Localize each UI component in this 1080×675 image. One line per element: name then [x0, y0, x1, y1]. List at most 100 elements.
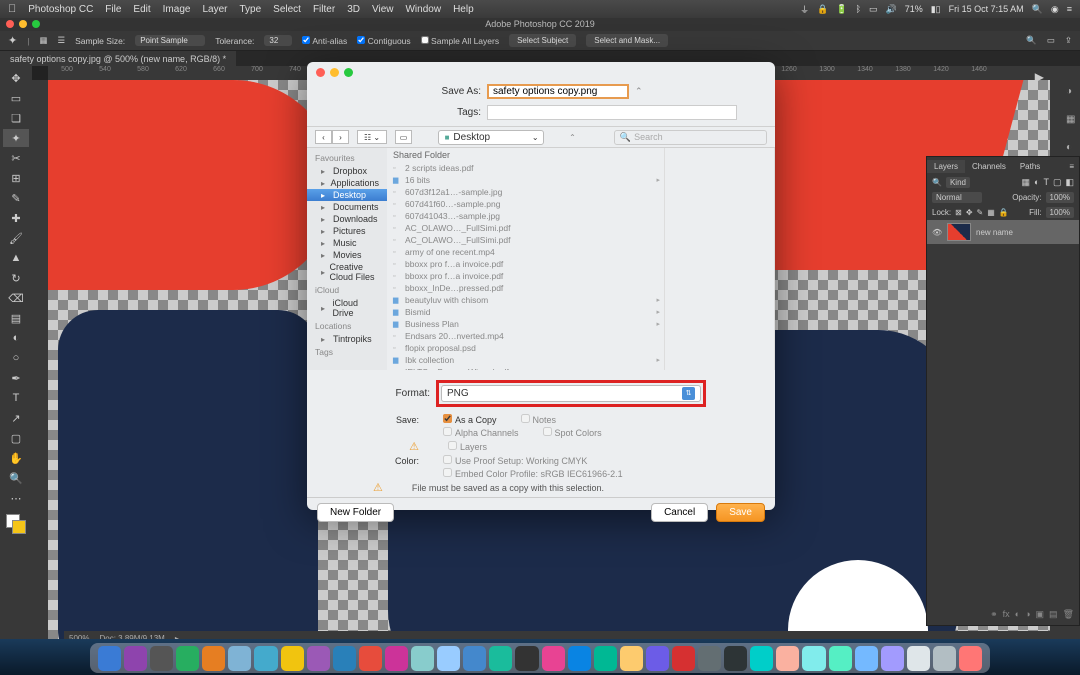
- workspace-icon[interactable]: ▭: [1047, 35, 1055, 46]
- expand-arrow-icon[interactable]: ⌃: [635, 86, 643, 97]
- airplay-icon[interactable]: ▭: [869, 4, 878, 15]
- file-item[interactable]: ▫flopix proposal.psd: [387, 342, 664, 354]
- link-layers-icon[interactable]: ⚭: [990, 609, 998, 623]
- lock-icon[interactable]: 🔒: [999, 208, 1009, 217]
- select-mask-button[interactable]: Select and Mask...: [586, 34, 668, 47]
- dock-app-icon[interactable]: [594, 646, 617, 671]
- sidebar-item[interactable]: ▸Desktop: [307, 189, 387, 201]
- file-column-2[interactable]: [665, 148, 775, 370]
- menu-window[interactable]: Window: [405, 4, 441, 15]
- dock-app-icon[interactable]: [802, 646, 825, 671]
- dock-app-icon[interactable]: [150, 646, 173, 671]
- sidebar-item[interactable]: ▸Pictures: [307, 225, 387, 237]
- dock-app-icon[interactable]: [724, 646, 747, 671]
- menu-image[interactable]: Image: [163, 4, 191, 15]
- blend-mode-select[interactable]: Normal: [932, 192, 982, 203]
- file-item[interactable]: ▫607d3f12a1…-sample.jpg: [387, 186, 664, 198]
- select-subject-button[interactable]: Select Subject: [509, 34, 576, 47]
- fill-input[interactable]: 100%: [1046, 207, 1074, 218]
- dock-app-icon[interactable]: [542, 646, 565, 671]
- dock-app-icon[interactable]: [176, 646, 199, 671]
- dock-app-icon[interactable]: [359, 646, 382, 671]
- file-item[interactable]: ▆Bismid▸: [387, 306, 664, 318]
- gradient-tool[interactable]: ▤: [3, 309, 29, 327]
- healing-tool[interactable]: ✚: [3, 209, 29, 227]
- apple-logo-icon[interactable]: : [8, 3, 16, 15]
- sidebar-item[interactable]: ▸Creative Cloud Files: [307, 261, 387, 283]
- menu-help[interactable]: Help: [453, 4, 474, 15]
- filename-input[interactable]: [487, 84, 629, 99]
- sidebar-item[interactable]: ▸Dropbox: [307, 165, 387, 177]
- save-button[interactable]: Save: [716, 503, 765, 522]
- dock-app-icon[interactable]: [515, 646, 538, 671]
- control-center-icon[interactable]: ◉: [1051, 4, 1059, 15]
- collapse-arrow-icon[interactable]: ⌃: [569, 133, 576, 142]
- dock-app-icon[interactable]: [959, 646, 982, 671]
- pen-tool[interactable]: ✒: [3, 369, 29, 387]
- view-mode-select[interactable]: ☷ ⌄: [357, 130, 387, 144]
- dialog-minimize-button[interactable]: [330, 68, 339, 77]
- file-item[interactable]: ▫bboxx_InDe…pressed.pdf: [387, 282, 664, 294]
- swatches-panel-icon[interactable]: ▦: [1066, 114, 1080, 130]
- sidebar-item[interactable]: ▸Downloads: [307, 213, 387, 225]
- dock-app-icon[interactable]: [307, 646, 330, 671]
- file-column-1[interactable]: Shared Folder ▫2 scripts ideas.pdf▆16 bi…: [387, 148, 665, 370]
- menu-type[interactable]: Type: [239, 4, 261, 15]
- menu-view[interactable]: View: [372, 4, 394, 15]
- history-brush-tool[interactable]: ↻: [3, 269, 29, 287]
- bluetooth-icon[interactable]: ᛒ: [856, 4, 861, 14]
- lock-all-icon[interactable]: ⊠: [955, 208, 962, 217]
- dock-app-icon[interactable]: [881, 646, 904, 671]
- eraser-tool[interactable]: ⌫: [3, 289, 29, 307]
- delete-layer-icon[interactable]: 🗑: [1063, 609, 1074, 623]
- maximize-window-button[interactable]: [32, 20, 40, 28]
- file-item[interactable]: ▆16 bits▸: [387, 174, 664, 186]
- paths-tab[interactable]: Paths: [1013, 160, 1047, 173]
- file-item[interactable]: ▫AC_OLAWO…_FullSimi.pdf: [387, 222, 664, 234]
- share-icon[interactable]: ⇪: [1065, 35, 1072, 46]
- color-swatches[interactable]: [6, 514, 26, 534]
- move-tool[interactable]: ✥: [3, 69, 29, 87]
- fx-icon[interactable]: fx: [1003, 609, 1010, 623]
- lasso-tool[interactable]: ❏: [3, 109, 29, 127]
- layer-thumbnail[interactable]: [947, 223, 971, 241]
- as-copy-checkbox[interactable]: As a Copy: [443, 414, 497, 425]
- menu-3d[interactable]: 3D: [347, 4, 360, 15]
- battery-icon[interactable]: 🔋: [836, 4, 847, 15]
- dock-app-icon[interactable]: [202, 646, 225, 671]
- blur-tool[interactable]: ◐: [3, 329, 29, 347]
- menu-edit[interactable]: Edit: [133, 4, 150, 15]
- app-name[interactable]: Photoshop CC: [28, 4, 93, 15]
- sidebar-item[interactable]: ▸Applications: [307, 177, 387, 189]
- file-item[interactable]: ▆Ibk collection▸: [387, 354, 664, 366]
- file-item[interactable]: ▫2 scripts ideas.pdf: [387, 162, 664, 174]
- contiguous-checkbox[interactable]: Contiguous: [357, 36, 410, 46]
- dock-app-icon[interactable]: [437, 646, 460, 671]
- channels-tab[interactable]: Channels: [965, 160, 1013, 173]
- dock-app-icon[interactable]: [776, 646, 799, 671]
- dock-app-icon[interactable]: [907, 646, 930, 671]
- crop-tool[interactable]: ✂: [3, 149, 29, 167]
- layer-name[interactable]: new name: [976, 228, 1013, 237]
- menu-file[interactable]: File: [105, 4, 121, 15]
- marquee-tool[interactable]: ▭: [3, 89, 29, 107]
- lock-icon[interactable]: 🔒: [817, 4, 828, 15]
- sidebar-item[interactable]: ▸Tintropiks: [307, 333, 387, 345]
- color-panel-icon[interactable]: ◑: [1066, 86, 1080, 102]
- timeline-play-icon[interactable]: ▶: [1035, 70, 1044, 84]
- mask-icon[interactable]: ◐: [1015, 609, 1020, 623]
- minimize-window-button[interactable]: [19, 20, 27, 28]
- menu-filter[interactable]: Filter: [313, 4, 335, 15]
- lock-pixels-icon[interactable]: ✎: [977, 208, 984, 217]
- layer-row[interactable]: 👁 new name: [927, 220, 1079, 244]
- dock-app-icon[interactable]: [829, 646, 852, 671]
- antialias-checkbox[interactable]: Anti-alias: [302, 36, 347, 46]
- menubar-clock[interactable]: Fri 15 Oct 7:15 AM: [949, 4, 1024, 14]
- dock-app-icon[interactable]: [228, 646, 251, 671]
- filter-shape-icon[interactable]: ▢: [1053, 177, 1062, 188]
- dock-app-icon[interactable]: [750, 646, 773, 671]
- zoom-tool[interactable]: 🔍: [3, 469, 29, 487]
- opacity-input[interactable]: 100%: [1046, 192, 1074, 203]
- document-tab[interactable]: safety options copy.jpg @ 500% (new name…: [0, 51, 236, 66]
- file-item[interactable]: ▫army of one recent.mp4: [387, 246, 664, 258]
